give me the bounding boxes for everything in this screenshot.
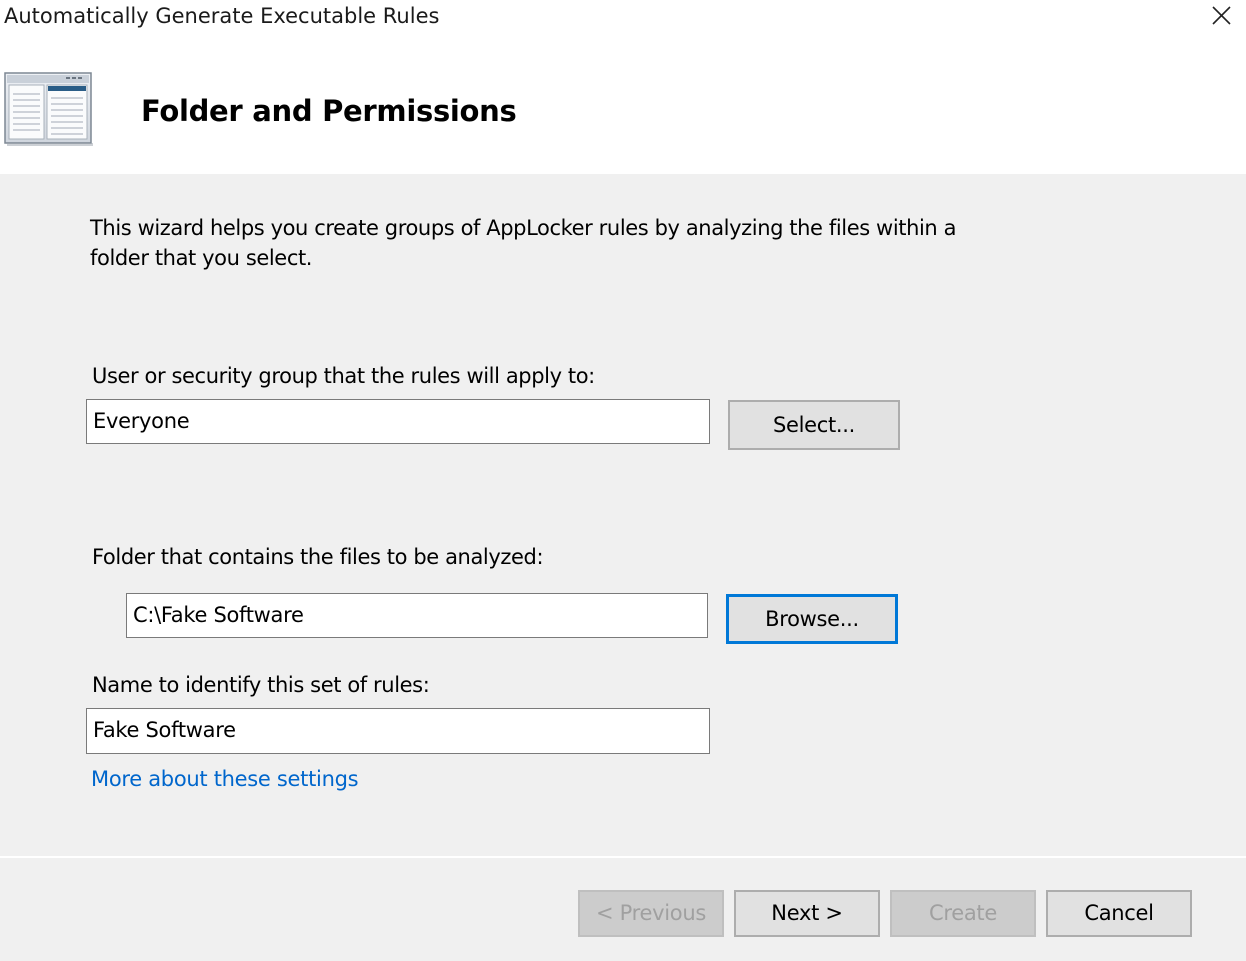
page-title: Folder and Permissions: [141, 94, 517, 128]
browse-button[interactable]: Browse...: [726, 594, 898, 644]
rule-set-name-field[interactable]: Fake Software: [86, 708, 710, 754]
close-icon[interactable]: [1204, 0, 1238, 34]
intro-text: This wizard helps you create groups of A…: [90, 216, 957, 270]
user-group-label: User or security group that the rules wi…: [92, 364, 595, 388]
create-button[interactable]: Create: [890, 890, 1036, 937]
previous-button[interactable]: < Previous: [578, 890, 724, 937]
window-title: Automatically Generate Executable Rules: [4, 4, 440, 28]
title-bar: Automatically Generate Executable Rules: [0, 0, 1246, 38]
rule-set-name-label: Name to identify this set of rules:: [92, 673, 430, 697]
cancel-button[interactable]: Cancel: [1046, 890, 1192, 937]
wizard-page-icon: [4, 72, 93, 146]
select-button[interactable]: Select...: [728, 400, 900, 450]
next-button[interactable]: Next >: [734, 890, 880, 937]
folder-label: Folder that contains the files to be ana…: [92, 545, 544, 569]
user-group-field[interactable]: Everyone: [86, 399, 710, 444]
more-about-settings-link[interactable]: More about these settings: [91, 767, 359, 791]
folder-path-field[interactable]: C:\Fake Software: [126, 593, 708, 638]
